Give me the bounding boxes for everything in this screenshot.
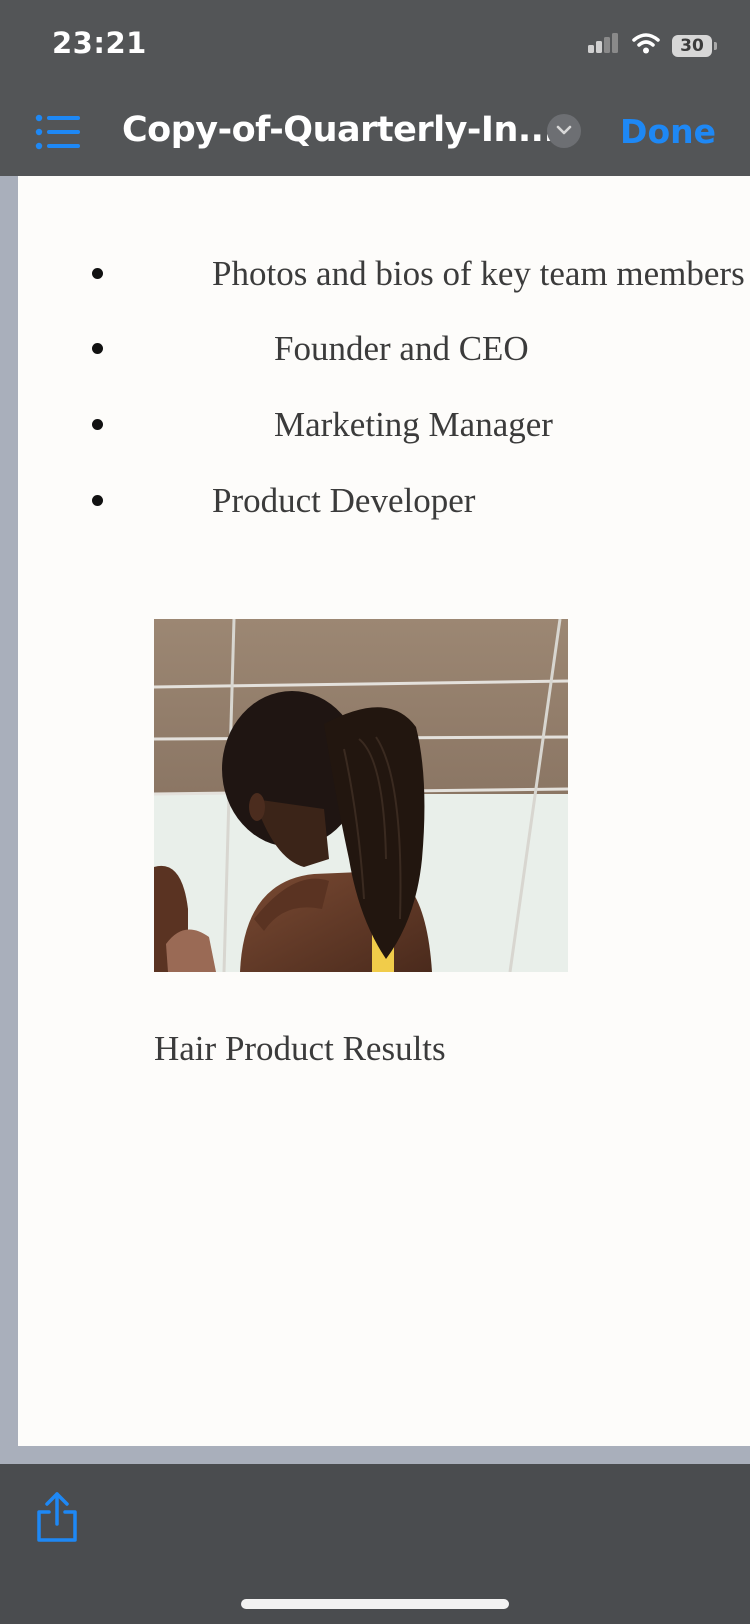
bullet-marker [92, 419, 103, 430]
share-icon [34, 1492, 80, 1548]
status-time: 23:21 [52, 26, 147, 60]
status-icons: 30 [588, 32, 717, 59]
bullet-marker [92, 268, 103, 279]
done-button[interactable]: Done [620, 112, 716, 151]
outline-list-button[interactable] [34, 112, 82, 152]
list-item: Product Developer [212, 481, 476, 520]
signal-icon [588, 33, 620, 58]
status-bar: 23:21 30 [0, 0, 750, 90]
title-menu-button[interactable] [547, 114, 581, 148]
battery-icon: 30 [672, 34, 717, 57]
document-title[interactable]: Copy-of-Quarterly-In... [122, 110, 557, 150]
list-item: Marketing Manager [274, 405, 553, 444]
nav-bar: Copy-of-Quarterly-In... Done [0, 90, 750, 176]
bullet-marker [92, 495, 103, 506]
home-indicator [241, 1599, 509, 1609]
wifi-icon [632, 32, 660, 59]
image-caption: Hair Product Results [154, 1029, 446, 1068]
chevron-down-icon [556, 122, 572, 140]
share-button[interactable] [34, 1490, 80, 1544]
hair-result-photo [154, 619, 568, 972]
document-page[interactable]: Photos and bios of key team members Foun… [18, 176, 750, 1446]
list-item: Founder and CEO [274, 329, 529, 368]
list-item: Photos and bios of key team members [212, 254, 745, 293]
bullet-marker [92, 343, 103, 354]
list-icon [34, 114, 82, 156]
